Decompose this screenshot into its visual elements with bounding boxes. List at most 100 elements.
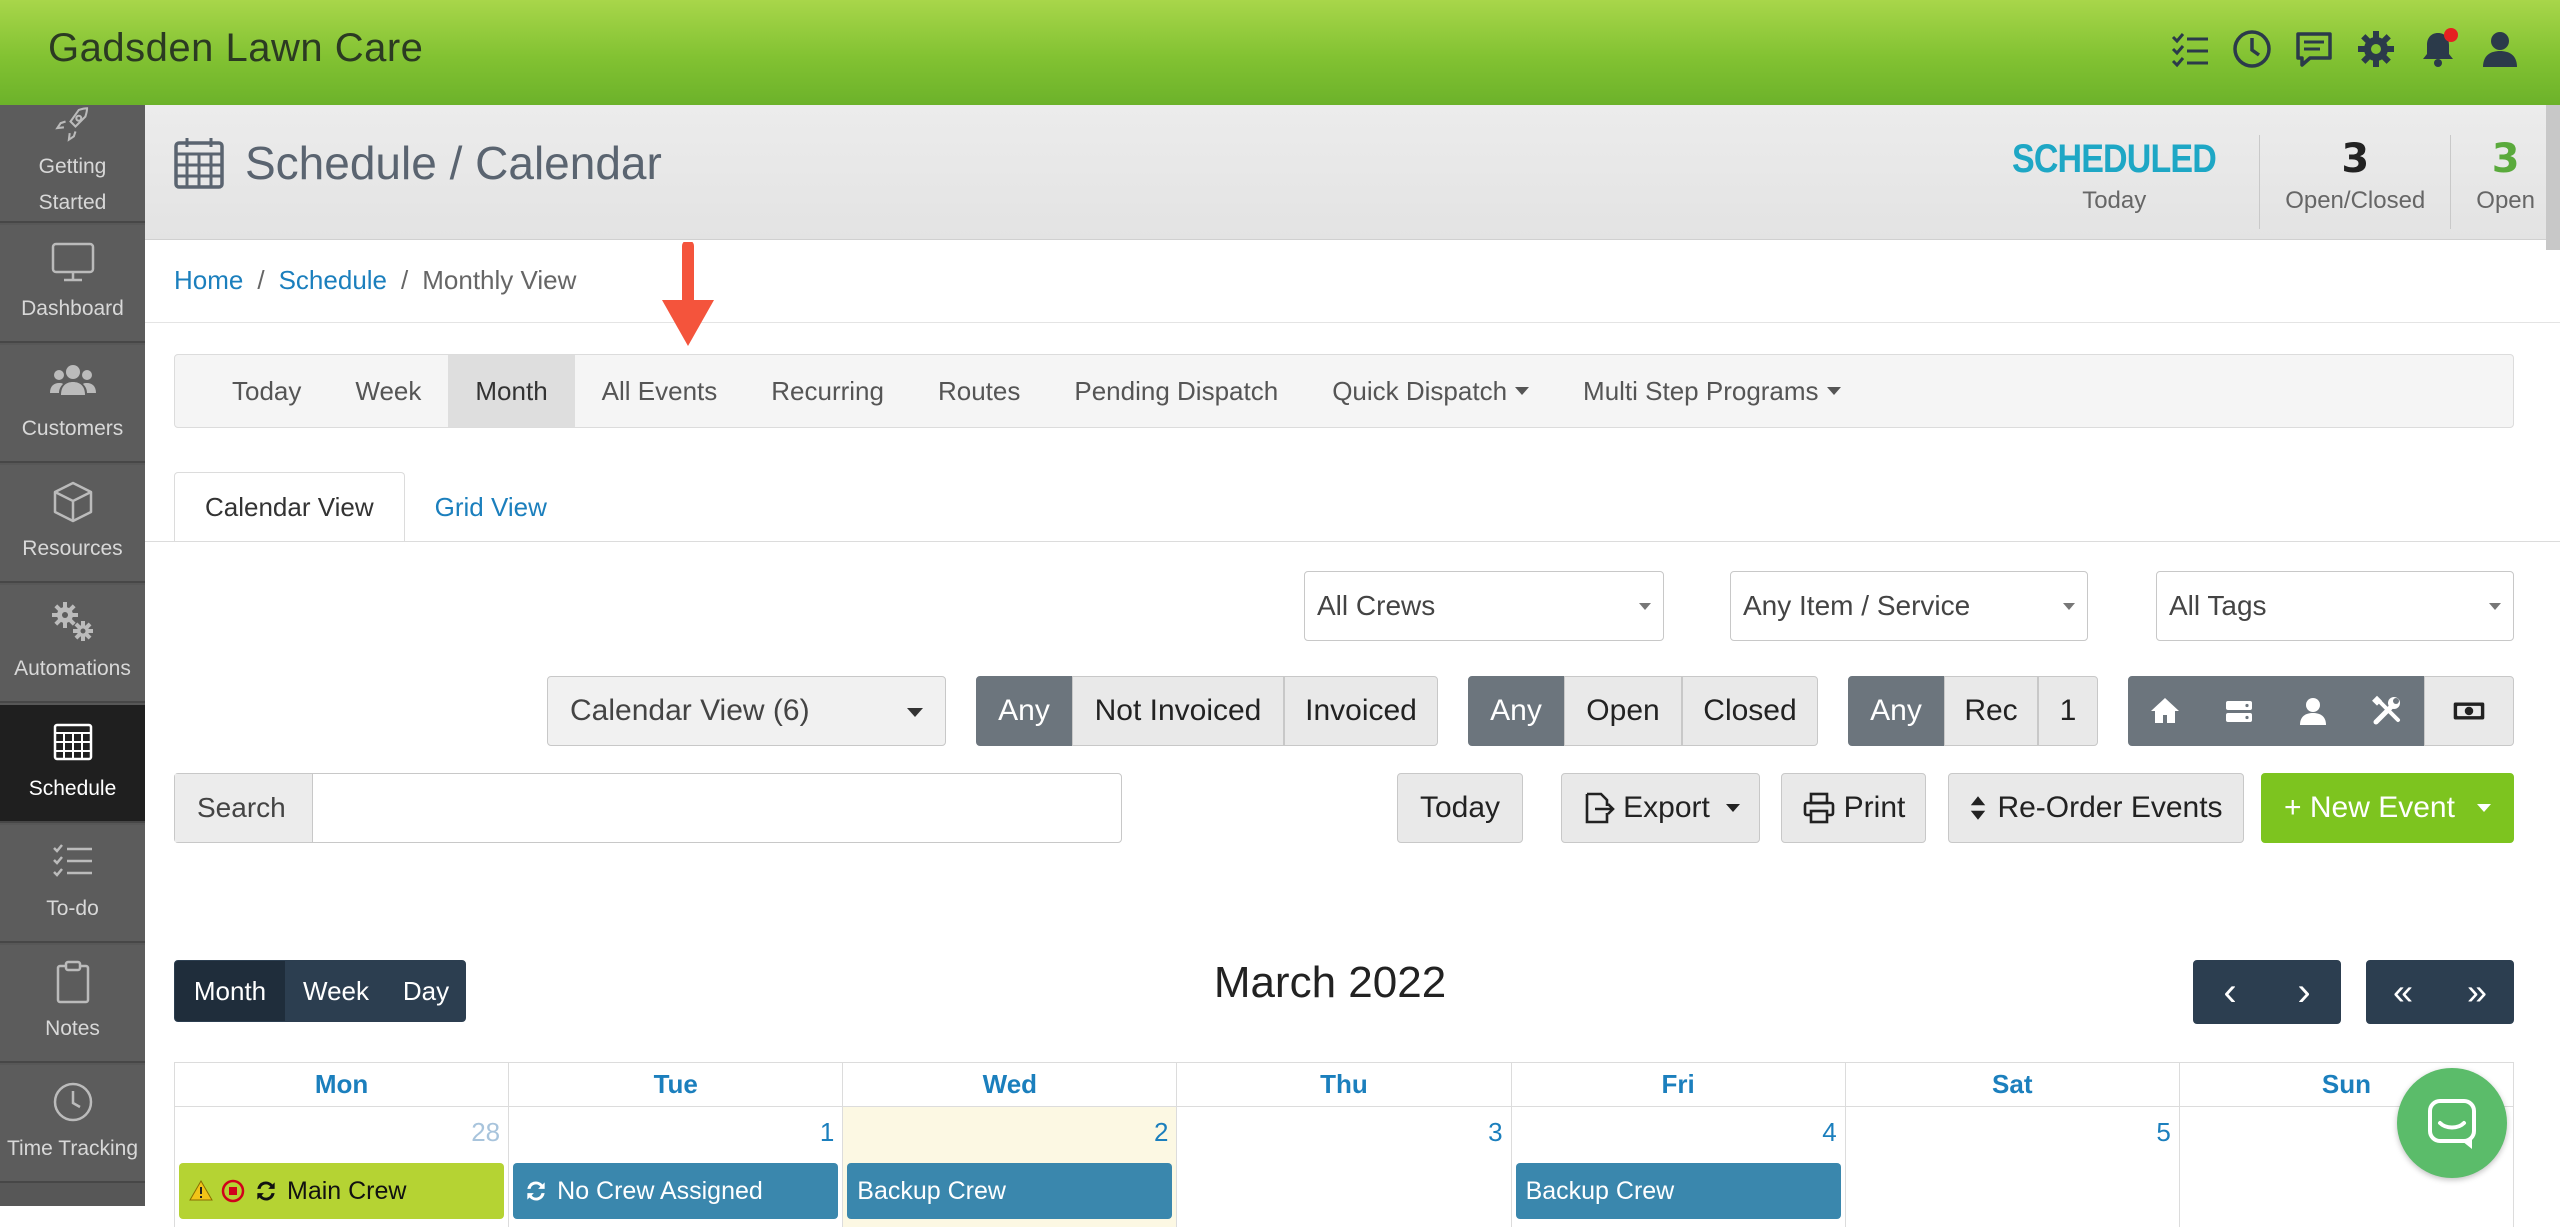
cal-week-button[interactable]: Week	[286, 960, 386, 1022]
status-closed-button[interactable]: Closed	[1682, 676, 1818, 746]
tasks-icon[interactable]	[2170, 26, 2210, 72]
invoiced-button[interactable]: Invoiced	[1284, 676, 1438, 746]
stat-open-closed[interactable]: 3 Open/Closed	[2259, 135, 2450, 229]
recurring-icon	[257, 1181, 275, 1201]
checklist-icon	[52, 844, 92, 877]
cal-prev-button[interactable]: ‹	[2193, 960, 2267, 1024]
calendar-day-cell-today[interactable]: 2 Backup Crew	[843, 1107, 1178, 1227]
calendar-day-cell[interactable]: 3	[1177, 1107, 1512, 1227]
calendar-event[interactable]: Main Crew	[179, 1163, 505, 1219]
event-title: Backup Crew	[1525, 1176, 1675, 1205]
nav-pending-dispatch[interactable]: Pending Dispatch	[1047, 355, 1305, 427]
sidebar-item-time-tracking[interactable]: Time Tracking	[0, 1065, 145, 1183]
export-icon	[1585, 792, 1615, 824]
status-open-button[interactable]: Open	[1564, 676, 1682, 746]
tab-grid-view[interactable]: Grid View	[405, 472, 577, 542]
sidebar-item-label: To-do	[46, 897, 99, 920]
print-button[interactable]: Print	[1781, 773, 1926, 843]
status-any-button[interactable]: Any	[1468, 676, 1564, 746]
nav-recurring[interactable]: Recurring	[744, 355, 911, 427]
calendar-day-cell[interactable]: 5	[1846, 1107, 2180, 1227]
sidebar-item-notes[interactable]: Notes	[0, 945, 145, 1063]
new-event-button[interactable]: + New Event	[2261, 773, 2514, 843]
chevron-down-icon	[1826, 387, 1841, 395]
calendar-event[interactable]: Backup Crew	[847, 1163, 1173, 1219]
sidebar-item-todo[interactable]: To-do	[0, 825, 145, 943]
breadcrumb-schedule[interactable]: Schedule	[279, 265, 387, 296]
clock-icon[interactable]	[2232, 26, 2272, 72]
search-input[interactable]	[313, 774, 1121, 842]
dropdown-arrow-icon	[907, 708, 923, 717]
item-service-select[interactable]: Any Item / Service	[1730, 571, 2088, 641]
nav-week[interactable]: Week	[328, 355, 448, 427]
nav-quick-dispatch[interactable]: Quick Dispatch	[1305, 355, 1556, 427]
not-invoiced-button[interactable]: Not Invoiced	[1072, 676, 1284, 746]
top-bar: Gadsden Lawn Care	[0, 0, 2560, 105]
user-icon[interactable]	[2480, 26, 2520, 72]
crews-select[interactable]: All Crews	[1304, 571, 1664, 641]
tools-icon-button[interactable]	[2350, 676, 2424, 746]
day-number[interactable]: 3	[1488, 1117, 1502, 1148]
sidebar-item-getting-started[interactable]: Getting Started	[0, 105, 145, 223]
recurring-one-button[interactable]: 1	[2038, 676, 2098, 746]
cal-day-button[interactable]: Day	[386, 960, 466, 1022]
search-group: Search	[174, 773, 1122, 843]
cal-month-button[interactable]: Month	[174, 960, 286, 1022]
nav-routes[interactable]: Routes	[911, 355, 1047, 427]
scrollbar[interactable]	[2546, 105, 2560, 250]
nav-today[interactable]: Today	[205, 355, 328, 427]
calendar-day-cell[interactable]: 28 Main Crew	[175, 1107, 510, 1227]
sidebar-item-label: Customers	[21, 417, 124, 440]
tags-select[interactable]: All Tags	[2156, 571, 2514, 641]
sidebar-item-automations[interactable]: Automations	[0, 585, 145, 703]
cal-prev-year-button[interactable]: «	[2366, 960, 2440, 1024]
stat-open[interactable]: 3 Open	[2450, 135, 2560, 229]
weekday-fri: Fri	[1510, 1063, 1845, 1106]
brand-name[interactable]: Gadsden Lawn Care	[48, 26, 423, 71]
server-icon-button[interactable]	[2202, 676, 2276, 746]
nav-month[interactable]: Month	[448, 355, 575, 427]
chat-widget-button[interactable]	[2397, 1068, 2507, 1178]
invoice-any-button[interactable]: Any	[976, 676, 1072, 746]
sidebar-item-customers[interactable]: Customers	[0, 345, 145, 463]
reorder-events-button[interactable]: Re-Order Events	[1948, 773, 2244, 843]
cal-next-year-button[interactable]: »	[2440, 960, 2514, 1024]
recurring-rec-button[interactable]: Rec	[1944, 676, 2038, 746]
chat-icon[interactable]	[2294, 26, 2334, 72]
sidebar-item-label: Dashboard	[21, 297, 124, 320]
day-number[interactable]: 1	[820, 1117, 834, 1148]
clipboard-icon	[56, 960, 89, 1004]
bell-icon[interactable]	[2418, 26, 2458, 72]
money-icon-button[interactable]	[2424, 676, 2514, 746]
nav-multi-step-programs[interactable]: Multi Step Programs	[1556, 355, 1868, 427]
sidebar-item-resources[interactable]: Resources	[0, 465, 145, 583]
schedule-nav: Today Week Month All Events Recurring Ro…	[174, 354, 2514, 428]
calendar-event[interactable]: Backup Crew	[1515, 1163, 1841, 1219]
monitor-icon	[51, 242, 94, 282]
gear-icon[interactable]	[2356, 26, 2396, 72]
recurring-any-button[interactable]: Any	[1848, 676, 1944, 746]
calendar-event[interactable]: No Crew Assigned	[513, 1163, 839, 1219]
day-number[interactable]: 4	[1822, 1117, 1836, 1148]
today-button[interactable]: Today	[1397, 773, 1523, 843]
breadcrumb-home[interactable]: Home	[174, 265, 243, 296]
box-icon	[53, 481, 92, 523]
search-label: Search	[175, 774, 313, 842]
sort-icon	[1971, 796, 1986, 820]
sidebar-item-schedule[interactable]: Schedule	[0, 705, 145, 823]
person-icon-button[interactable]	[2276, 676, 2350, 746]
day-number[interactable]: 2	[1154, 1117, 1168, 1148]
day-number[interactable]: 5	[2156, 1117, 2170, 1148]
calendar-day-cell[interactable]: 4 Backup Crew	[1512, 1107, 1846, 1227]
home-icon-button[interactable]	[2128, 676, 2202, 746]
event-title: Main Crew	[287, 1176, 407, 1205]
calendar-view-select[interactable]: Calendar View (6)	[547, 676, 946, 746]
tab-calendar-view[interactable]: Calendar View	[174, 472, 405, 542]
day-number[interactable]: 28	[471, 1117, 500, 1148]
cal-next-button[interactable]: ›	[2267, 960, 2341, 1024]
nav-all-events[interactable]: All Events	[575, 355, 745, 427]
export-button[interactable]: Export	[1561, 773, 1760, 843]
calendar-day-cell[interactable]: 1 No Crew Assigned	[509, 1107, 844, 1227]
sidebar-item-dashboard[interactable]: Dashboard	[0, 225, 145, 343]
stat-scheduled[interactable]: SCHEDULED Today	[1969, 135, 2259, 229]
